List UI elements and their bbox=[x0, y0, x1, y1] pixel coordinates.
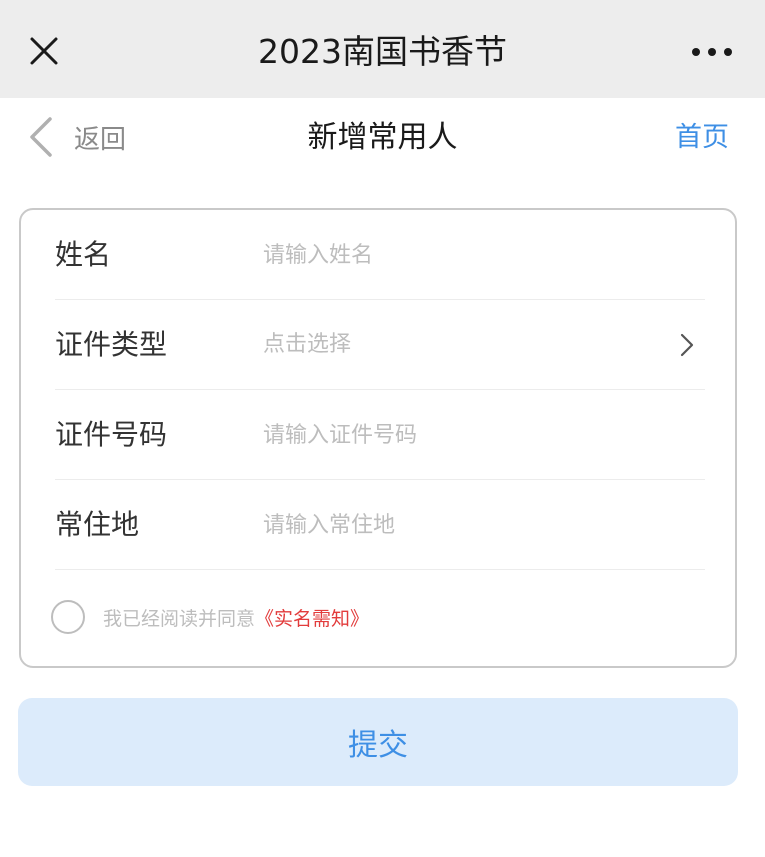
agreement-link[interactable]: 《实名需知》 bbox=[255, 604, 369, 631]
name-input[interactable] bbox=[263, 232, 683, 278]
name-row: 姓名 bbox=[55, 210, 705, 300]
page-nav-bar: 返回 新增常用人 首页 bbox=[0, 98, 765, 178]
home-link[interactable]: 首页 bbox=[675, 98, 729, 178]
submit-button[interactable]: 提交 bbox=[18, 698, 738, 786]
id-number-row: 证件号码 bbox=[55, 390, 705, 480]
name-label: 姓名 bbox=[55, 238, 112, 271]
id-number-input[interactable] bbox=[263, 412, 683, 458]
agreement-text: 我已经阅读并同意 bbox=[103, 607, 256, 630]
contact-form-card: 姓名 证件类型 点击选择 证件号码 常住地 我已经阅读并同意 《实名需知》 bbox=[19, 208, 737, 668]
agreement-row: 我已经阅读并同意 《实名需知》 bbox=[51, 590, 701, 644]
id-type-label: 证件类型 bbox=[55, 328, 168, 361]
id-type-row[interactable]: 证件类型 点击选择 bbox=[55, 300, 705, 390]
page-title: 新增常用人 bbox=[307, 120, 458, 155]
id-number-label: 证件号码 bbox=[55, 418, 168, 451]
chevron-right-icon bbox=[680, 333, 694, 357]
residence-label: 常住地 bbox=[55, 508, 140, 541]
residence-input[interactable] bbox=[263, 502, 683, 548]
app-title: 2023南国书香节 bbox=[258, 32, 507, 71]
app-top-bar: 2023南国书香节 bbox=[0, 0, 765, 98]
agreement-radio[interactable] bbox=[51, 600, 85, 634]
more-dots-icon[interactable] bbox=[688, 40, 736, 64]
residence-row: 常住地 bbox=[55, 480, 705, 570]
id-type-select[interactable]: 点击选择 bbox=[263, 300, 351, 390]
